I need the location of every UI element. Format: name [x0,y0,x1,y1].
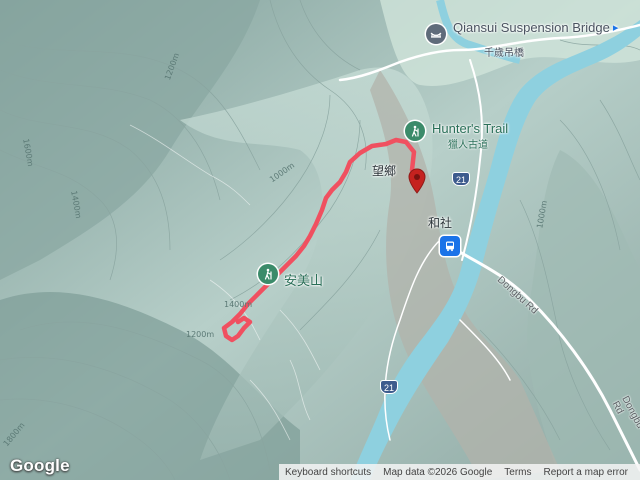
report-map-error-link[interactable]: Report a map error [544,467,628,478]
poi-label-bridge[interactable]: Qiansui Suspension Bridge ▸ [453,20,618,35]
contour-label: 1200m [186,330,215,339]
terrain-layer [0,0,640,480]
bridge-native-label: 千歲吊橋 [484,48,524,59]
peak-label[interactable]: 安美山 [284,270,323,289]
contour-label: 1400m [224,300,253,309]
bridge-icon[interactable] [426,24,446,44]
bridge-label[interactable]: Qiansui Suspension Bridge [453,20,610,35]
attribution-bar: Keyboard shortcuts Map data ©2026 Google… [278,464,640,480]
trail-label[interactable]: Hunter's Trail [432,121,508,136]
hiking-icon[interactable] [258,264,278,284]
place-label: 望鄉 [372,164,397,178]
map-canvas[interactable]: 1200m 1400m 1000m 1000m 1400m 1600m 1200… [0,0,640,480]
map-data-text: Map data ©2026 Google [383,466,493,478]
location-pin-icon[interactable] [408,168,426,199]
terms-link[interactable]: Terms [504,467,531,478]
trail-native-label: 獵人古道 [448,140,488,151]
bookmark-icon: ▸ [612,22,619,34]
google-logo: Google [10,456,70,475]
bus-icon[interactable] [440,236,460,256]
hiking-icon[interactable] [405,121,425,141]
route-shield: 21 [380,380,398,394]
place-label: 和社 [428,216,453,230]
route-shield: 21 [452,172,470,186]
keyboard-shortcuts-link[interactable]: Keyboard shortcuts [285,467,371,478]
